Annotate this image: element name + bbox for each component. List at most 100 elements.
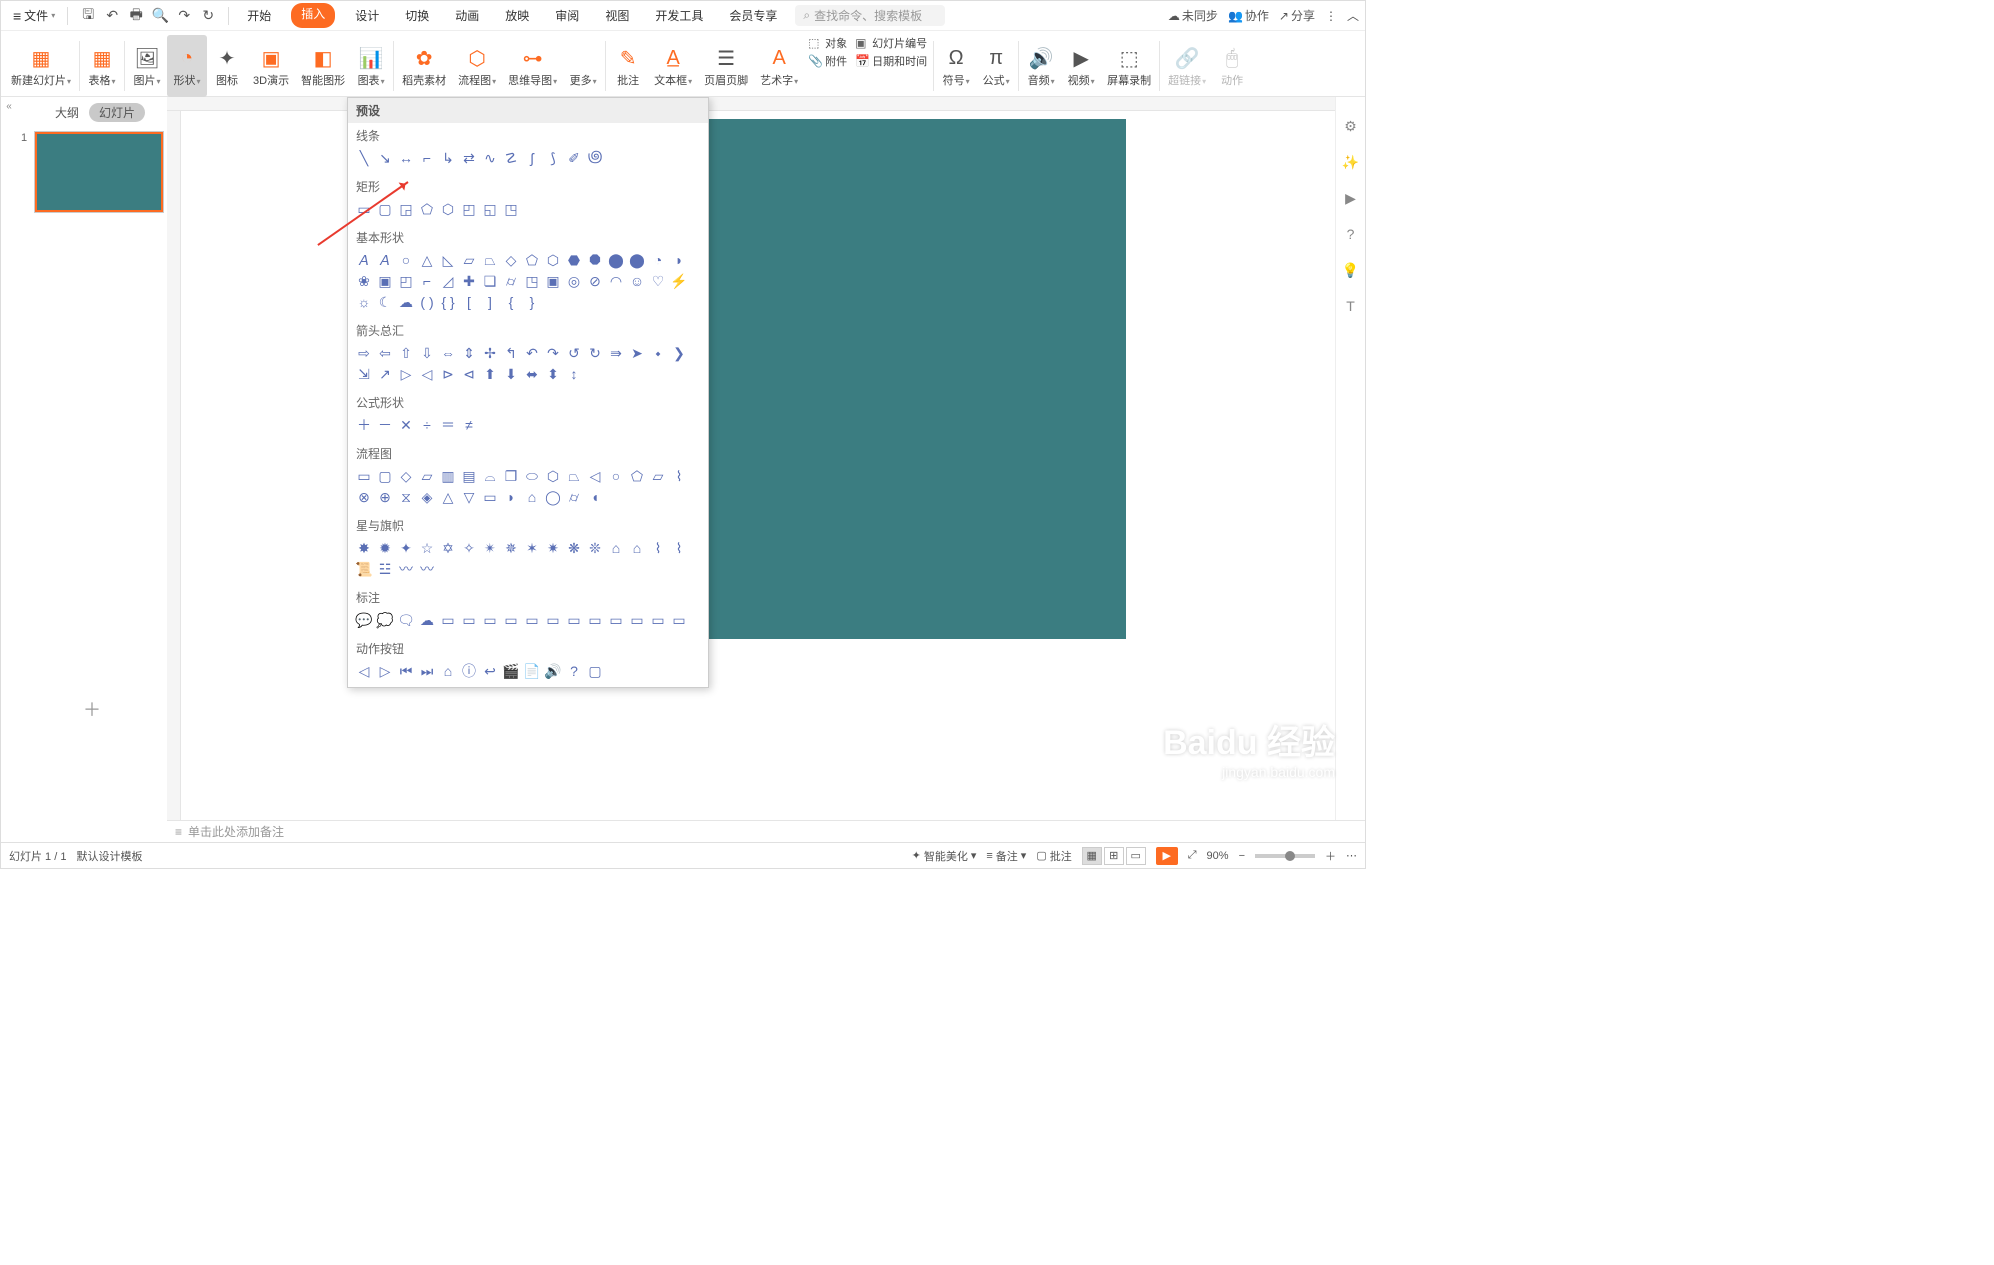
fc-seq-icon[interactable]: ⌂ [522,487,542,507]
ribbon-curl2-icon[interactable]: ⌇ [669,538,689,558]
donut-icon[interactable]: ◎ [564,271,584,291]
collab-button[interactable]: 👥 协作 [1228,7,1269,24]
arc-icon[interactable]: ◠ [606,271,626,291]
action-begin-icon[interactable]: ⏮ [396,661,416,681]
help-icon[interactable]: ? [1342,225,1360,243]
callout-bent3-icon[interactable]: ▭ [543,610,563,630]
command-search[interactable]: ⌕ 查找命令、搜索模板 [795,5,945,26]
sorter-view-icon[interactable]: ⊞ [1104,847,1124,865]
callout-round-icon[interactable]: 💭 [375,610,395,630]
reading-view-icon[interactable]: ▭ [1126,847,1146,865]
wave-icon[interactable]: 〰 [396,559,416,579]
fc-term-icon[interactable]: ⬭ [522,466,542,486]
ribbon-curl-icon[interactable]: ⌇ [648,538,668,558]
curve-icon[interactable]: ∿ [480,148,500,168]
snip-rect-icon[interactable]: ◲ [396,199,416,219]
fc-predef-icon[interactable]: ▥ [438,466,458,486]
star5-icon[interactable]: ☆ [417,538,437,558]
fc-connector-icon[interactable]: ○ [606,466,626,486]
design-theme-icon[interactable]: ✨ [1342,153,1360,171]
lbrace-icon[interactable]: { [501,292,521,312]
arrow-a7-icon[interactable]: ⬇ [501,364,521,384]
decagon-icon[interactable]: ⬤ [606,250,626,270]
arrow-curver-icon[interactable]: ↻ [585,343,605,363]
slideshow-play-button[interactable]: ▶ [1156,847,1178,865]
callout-line3-icon[interactable]: ▭ [480,610,500,630]
star6-icon[interactable]: ✡ [438,538,458,558]
star16-icon[interactable]: ✷ [543,538,563,558]
teardrop-icon[interactable]: ❀ [354,271,374,291]
arrow-a5-icon[interactable]: ⊲ [459,364,479,384]
text-icon[interactable]: T [1342,297,1360,315]
callout-border1-icon[interactable]: ▭ [627,610,647,630]
bevel-icon[interactable]: ▣ [543,271,563,291]
callout-accent1-icon[interactable]: ▭ [564,610,584,630]
equal-shape-icon[interactable]: ＝ [438,415,458,435]
normal-view-icon[interactable]: ▦ [1082,847,1102,865]
arrow-a10-icon[interactable]: ↕ [564,364,584,384]
arrow-pentagon-icon[interactable]: ⬩ [648,343,668,363]
multiply-shape-icon[interactable]: ✕ [396,415,416,435]
picture-button[interactable]: 🖼图片▾ [127,35,167,97]
attachment-button[interactable]: 📎附件 [808,53,847,69]
shape-button[interactable]: ◔形状▾ [167,35,207,97]
rtriangle-icon[interactable]: ◺ [438,250,458,270]
fc-mag-icon[interactable]: ◯ [543,487,563,507]
arrow-callout-icon[interactable]: ⇲ [354,364,374,384]
arrow-chevron-icon[interactable]: ❯ [669,343,689,363]
share-button[interactable]: ↗ 分享 [1279,7,1315,24]
equation-button[interactable]: π公式▾ [976,35,1016,97]
frame-icon[interactable]: ▣ [375,271,395,291]
textbox-button[interactable]: A̲文本框▾ [648,35,698,97]
fc-storage-icon[interactable]: ▭ [480,487,500,507]
lbracket-icon[interactable]: [ [459,292,479,312]
octagon-icon[interactable]: ⯃ [585,250,605,270]
tab-member[interactable]: 会员专享 [723,3,783,28]
chart-button[interactable]: 📊图表▾ [351,35,391,97]
tab-devtools[interactable]: 开发工具 [649,3,709,28]
textbox-v-icon[interactable]: 𝘈 [375,250,395,270]
action-fwd-icon[interactable]: ▷ [375,661,395,681]
ribbon-down-icon[interactable]: ⌂ [627,538,647,558]
header-footer-button[interactable]: ☰页眉页脚 [698,35,754,97]
dodecagon-icon[interactable]: ⬤ [627,250,647,270]
noSymbol-icon[interactable]: ⊘ [585,271,605,291]
slide-thumbnail-1[interactable] [35,132,163,212]
tab-insert[interactable]: 插入 [291,3,335,28]
print-icon[interactable]: 🖶 [128,8,144,24]
fc-card-icon[interactable]: ▱ [648,466,668,486]
action-return-icon[interactable]: ↩ [480,661,500,681]
lshape-icon[interactable]: ⌐ [417,271,437,291]
fc-delay-icon[interactable]: ◗ [501,487,521,507]
fc-internal-icon[interactable]: ▤ [459,466,479,486]
collapse-ribbon-icon[interactable]: ︿ [1347,7,1359,24]
sun-icon[interactable]: ☼ [354,292,374,312]
fc-manual-icon[interactable]: ⏢ [564,466,584,486]
3d-button[interactable]: ▣3D演示 [247,35,295,97]
callout-bent2-icon[interactable]: ▭ [522,610,542,630]
cloud-icon[interactable]: ☁ [396,292,416,312]
rbrace-icon[interactable]: } [522,292,542,312]
icon-button[interactable]: ✦图标 [207,35,247,97]
zoom-out-icon[interactable]: − [1239,850,1245,862]
ribbon-up-icon[interactable]: ⌂ [606,538,626,558]
mindmap-button[interactable]: ⊶思维导图▾ [502,35,563,97]
new-slide-button[interactable]: ▦新建幻灯片▾ [5,35,77,97]
tab-view[interactable]: 视图 [599,3,635,28]
line-arrow-icon[interactable]: ↘ [375,148,395,168]
half-frame-icon[interactable]: ◰ [396,271,416,291]
collapse-panel-icon[interactable]: « [1,97,17,820]
can-icon[interactable]: ⌭ [501,271,521,291]
line-double-icon[interactable]: ↔ [396,148,416,168]
arrow-ud-icon[interactable]: ⇕ [459,343,479,363]
arrow-left-icon[interactable]: ⇦ [375,343,395,363]
tab-transition[interactable]: 切换 [399,3,435,28]
arrow-curvel-icon[interactable]: ↺ [564,343,584,363]
action-sound-icon[interactable]: 🔊 [543,661,563,681]
callout-accent3-icon[interactable]: ▭ [606,610,626,630]
callout-rect-icon[interactable]: 💬 [354,610,374,630]
pie-icon[interactable]: ◔ [648,250,668,270]
tab-design[interactable]: 设计 [349,3,385,28]
scribble2-icon[interactable]: ಄ [585,148,605,168]
elbow-double-icon[interactable]: ⇄ [459,148,479,168]
